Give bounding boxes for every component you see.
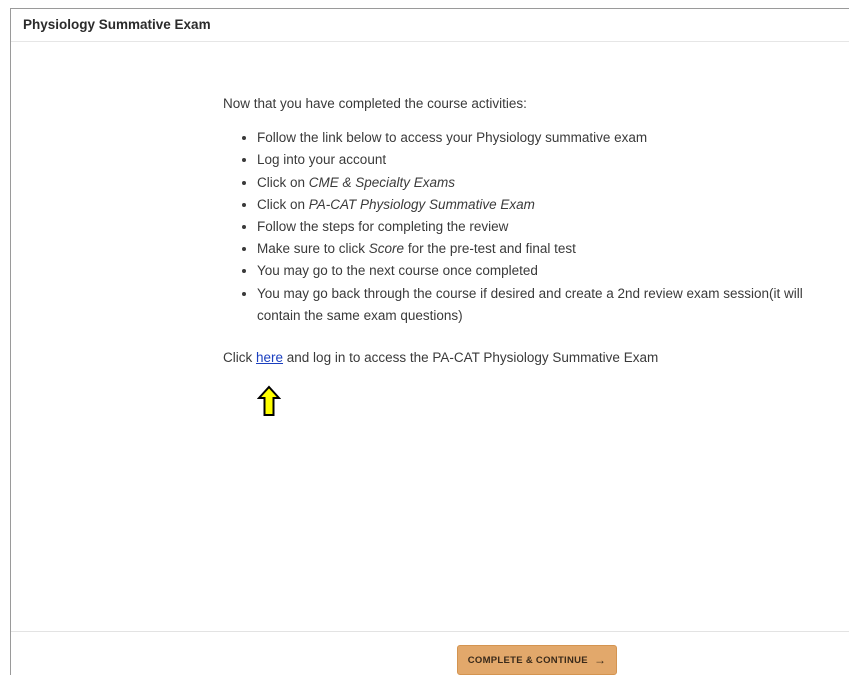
list-item: Follow the steps for completing the revi… bbox=[257, 216, 843, 238]
list-item: You may go back through the course if de… bbox=[257, 283, 843, 327]
list-item: You may go to the next course once compl… bbox=[257, 260, 843, 282]
lesson-header: Physiology Summative Exam bbox=[11, 9, 849, 42]
exam-link[interactable]: here bbox=[256, 350, 283, 365]
page-title: Physiology Summative Exam bbox=[23, 17, 211, 32]
arrow-right-icon: → bbox=[593, 653, 607, 667]
list-item: Click on PA-CAT Physiology Summative Exa… bbox=[257, 194, 843, 216]
up-arrow-icon bbox=[257, 385, 281, 416]
exam-link-sentence: Click here and log in to access the PA-C… bbox=[223, 350, 659, 366]
list-item: Click on CME & Specialty Exams bbox=[257, 172, 843, 194]
complete-continue-label: COMPLETE & CONTINUE bbox=[467, 654, 588, 666]
lesson-content: Now that you have completed the course a… bbox=[223, 93, 843, 369]
list-item: Log into your account bbox=[257, 149, 843, 171]
complete-continue-button[interactable]: COMPLETE & CONTINUE → bbox=[457, 645, 617, 675]
list-item: Follow the link below to access your Phy… bbox=[257, 127, 843, 149]
lesson-footer: COMPLETE & CONTINUE → bbox=[11, 631, 849, 675]
lesson-panel: Physiology Summative Exam Now that you h… bbox=[10, 8, 849, 675]
list-item: Make sure to click Score for the pre-tes… bbox=[257, 238, 843, 260]
intro-text: Now that you have completed the course a… bbox=[223, 96, 527, 111]
instruction-list: Follow the link below to access your Phy… bbox=[223, 127, 843, 327]
